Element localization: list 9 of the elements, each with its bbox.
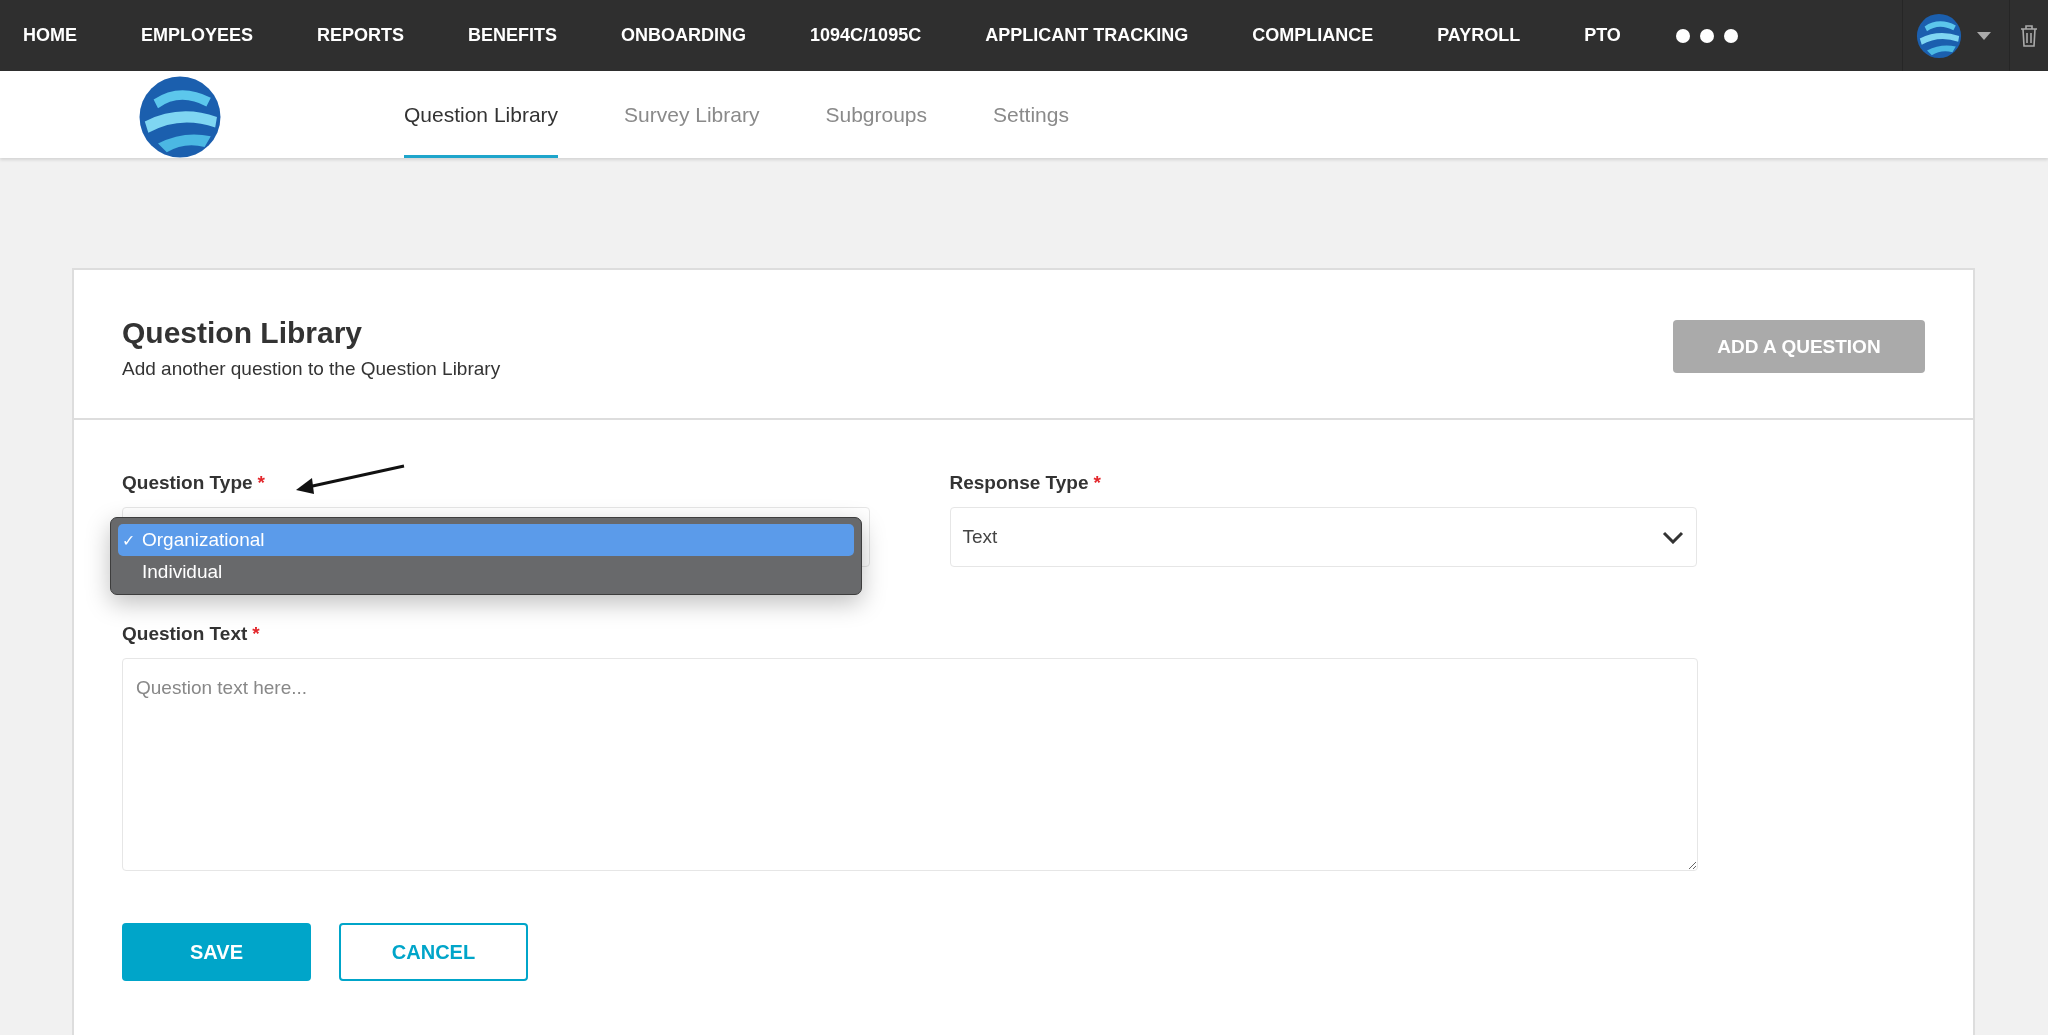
required-mark: * [1093, 472, 1101, 493]
field-label: Response Type [949, 472, 1089, 493]
required-mark: * [252, 623, 260, 644]
required-mark: * [257, 472, 265, 493]
card-subtitle: Add another question to the Question Library [122, 358, 501, 380]
field-label: Question Text [122, 623, 248, 644]
card-title: Question Library [122, 316, 364, 350]
field-label: Question Type [122, 472, 253, 493]
check-mark: ✓ [122, 531, 135, 549]
